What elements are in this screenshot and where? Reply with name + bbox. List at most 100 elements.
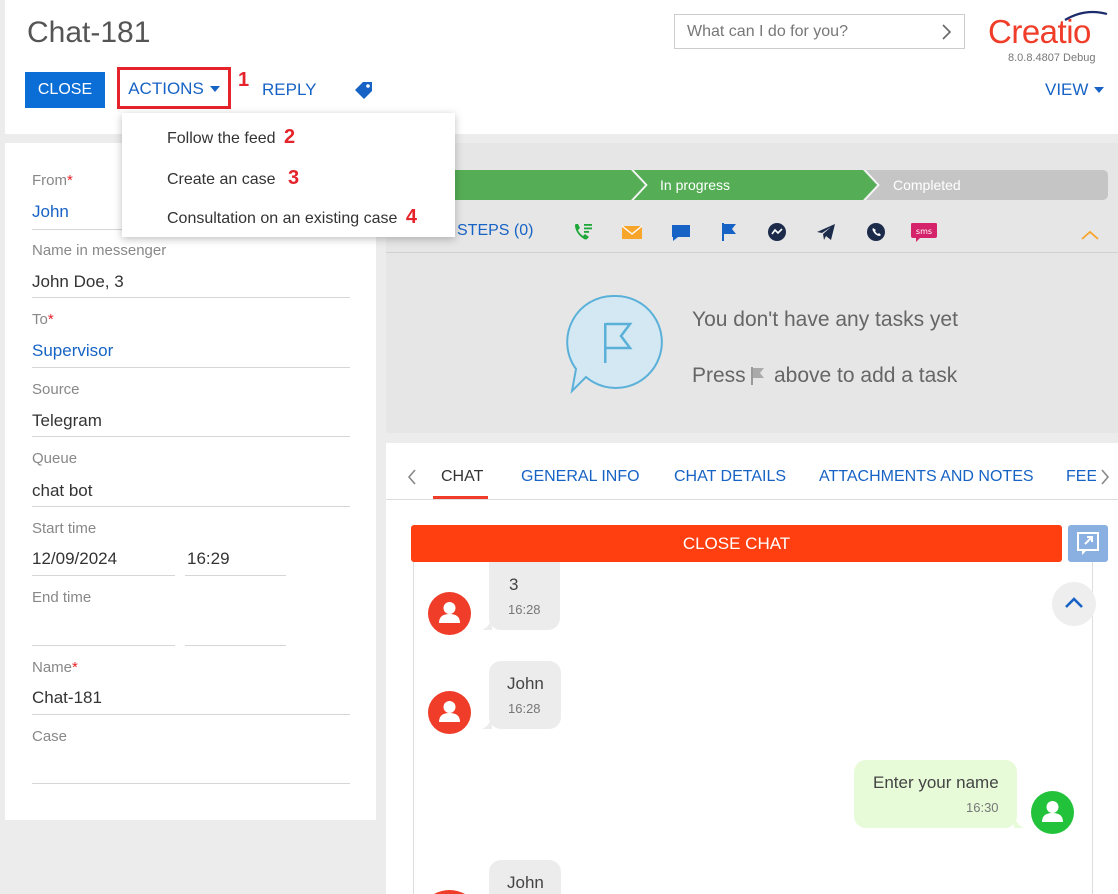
steps-tab[interactable]: STEPS (0) bbox=[457, 222, 533, 240]
chat-messages-feed[interactable]: 3 16:28 John 16:28 Enter your name 16:30… bbox=[413, 562, 1096, 894]
annotation-number: 2 bbox=[283, 126, 296, 148]
message-time: 16:28 bbox=[508, 602, 541, 617]
escalate-chat-icon[interactable] bbox=[1068, 525, 1108, 562]
tab-general-info[interactable]: GENERAL INFO bbox=[521, 468, 640, 486]
chat-details-form: From* John Name in messenger John Doe, 3… bbox=[5, 143, 376, 820]
from-field[interactable]: John bbox=[32, 202, 69, 222]
empty-tasks-message: You don't have any tasks yet bbox=[692, 308, 958, 331]
case-label: Case bbox=[32, 728, 68, 745]
message-text: Enter your name bbox=[873, 773, 999, 792]
chat-icon[interactable] bbox=[670, 221, 692, 243]
source-field[interactable]: Telegram bbox=[32, 411, 102, 431]
field-underline bbox=[32, 506, 350, 507]
telegram-icon[interactable] bbox=[815, 221, 837, 243]
close-button[interactable]: CLOSE bbox=[25, 72, 105, 108]
field-underline bbox=[32, 367, 350, 368]
stage-completed-segment bbox=[451, 170, 645, 200]
message-bubble-incoming: John 16:28 bbox=[489, 661, 561, 729]
tab-chat-details[interactable]: CHAT DETAILS bbox=[674, 468, 786, 486]
logo-swoosh-icon bbox=[1064, 10, 1108, 21]
annotation-number: 3 bbox=[287, 167, 300, 189]
actions-button[interactable]: ACTIONS bbox=[122, 72, 226, 105]
source-label: Source bbox=[32, 381, 80, 398]
field-underline bbox=[32, 297, 350, 298]
message-bubble-incoming: John bbox=[489, 860, 561, 894]
actions-button-label: ACTIONS bbox=[128, 78, 204, 98]
name-field[interactable]: Chat-181 bbox=[32, 688, 102, 708]
command-search-box[interactable] bbox=[674, 14, 965, 49]
message-text: 3 bbox=[509, 575, 519, 594]
contact-avatar-icon bbox=[428, 691, 471, 734]
message-text: John bbox=[507, 873, 544, 892]
press-hint-suffix: above to add a task bbox=[774, 364, 958, 387]
chevron-right-icon[interactable] bbox=[1099, 468, 1111, 486]
chevron-left-icon[interactable] bbox=[406, 468, 418, 486]
stage-completed-label: Completed bbox=[893, 177, 961, 193]
sms-icon[interactable]: sms bbox=[910, 221, 938, 243]
chevron-right-icon[interactable] bbox=[940, 21, 954, 43]
bubble-tail-icon bbox=[482, 618, 492, 630]
agent-avatar-icon bbox=[1031, 791, 1074, 834]
tab-feed-clip: FEE bbox=[1060, 460, 1096, 496]
message-text: John bbox=[507, 674, 544, 693]
start-date-field[interactable]: 12/09/2024 bbox=[32, 549, 117, 569]
end-time-field[interactable] bbox=[185, 645, 286, 646]
queue-label: Queue bbox=[32, 450, 78, 467]
page-title: Chat-181 bbox=[27, 16, 151, 49]
message-bubble-outgoing: Enter your name 16:30 bbox=[854, 760, 1017, 828]
tab-feed[interactable]: FEE bbox=[1066, 468, 1096, 486]
tab-attachments-and-notes[interactable]: ATTACHMENTS AND NOTES bbox=[819, 468, 1034, 486]
call-icon[interactable] bbox=[572, 221, 594, 243]
queue-field[interactable]: chat bot bbox=[32, 481, 93, 501]
menu-item-label: Create an case bbox=[167, 171, 276, 188]
actions-dropdown-menu: Follow the feed 2 Create an case 3 Consu… bbox=[122, 113, 455, 237]
reply-button[interactable]: REPLY bbox=[262, 80, 317, 100]
message-time: 16:30 bbox=[966, 800, 999, 815]
bubble-tail-icon bbox=[1014, 816, 1024, 828]
name-label: Name* bbox=[32, 659, 78, 676]
stage-progress-bar bbox=[451, 170, 1108, 200]
end-date-field[interactable] bbox=[32, 645, 175, 646]
empty-tasks-flag-icon bbox=[566, 294, 663, 394]
tag-icon[interactable] bbox=[354, 80, 374, 100]
close-chat-button[interactable]: CLOSE CHAT bbox=[411, 525, 1062, 562]
field-underline bbox=[32, 714, 350, 715]
chevron-up-icon bbox=[1065, 597, 1083, 608]
flag-icon bbox=[751, 367, 764, 385]
annotation-number: 4 bbox=[405, 206, 417, 228]
contact-avatar-icon bbox=[428, 592, 471, 635]
message-time: 16:28 bbox=[508, 701, 541, 716]
menu-item-consultation-existing-case[interactable]: Consultation on an existing case 4 bbox=[167, 206, 417, 229]
end-time-label: End time bbox=[32, 589, 92, 606]
menu-item-label: Consultation on an existing case bbox=[167, 210, 398, 227]
start-time-field[interactable]: 16:29 bbox=[187, 549, 230, 569]
email-icon[interactable] bbox=[621, 221, 643, 243]
svg-text:sms: sms bbox=[916, 227, 932, 236]
menu-item-label: Follow the feed bbox=[167, 130, 276, 147]
view-button[interactable]: VIEW bbox=[1045, 80, 1105, 100]
version-label: 8.0.8.4807 Debug bbox=[1008, 52, 1096, 64]
scroll-up-button[interactable] bbox=[1052, 582, 1096, 626]
to-field[interactable]: Supervisor bbox=[32, 341, 113, 361]
messenger-name-field[interactable]: John Doe, 3 bbox=[32, 272, 124, 292]
stage-in-progress-label: In progress bbox=[660, 177, 731, 193]
field-underline bbox=[32, 575, 175, 576]
chevron-up-icon[interactable] bbox=[1080, 229, 1100, 241]
press-hint: Press bbox=[692, 364, 746, 387]
view-button-label: VIEW bbox=[1045, 80, 1089, 99]
tab-chat[interactable]: CHAT bbox=[441, 468, 483, 486]
menu-item-follow-feed[interactable]: Follow the feed 2 bbox=[167, 126, 295, 149]
start-time-label: Start time bbox=[32, 520, 97, 537]
tasks-divider bbox=[386, 252, 1118, 253]
menu-item-create-case[interactable]: Create an case 3 bbox=[167, 167, 299, 190]
flag-icon[interactable] bbox=[718, 221, 740, 243]
command-search-input[interactable] bbox=[675, 15, 935, 48]
from-label: From* bbox=[32, 172, 73, 189]
to-label: To* bbox=[32, 311, 54, 328]
bubble-tail-icon bbox=[482, 717, 492, 729]
caret-down-icon bbox=[209, 85, 220, 92]
whatsapp-icon[interactable] bbox=[865, 221, 887, 243]
case-field[interactable] bbox=[32, 783, 350, 784]
annotation-number: 1 bbox=[238, 69, 250, 91]
messenger-icon[interactable] bbox=[766, 221, 788, 243]
